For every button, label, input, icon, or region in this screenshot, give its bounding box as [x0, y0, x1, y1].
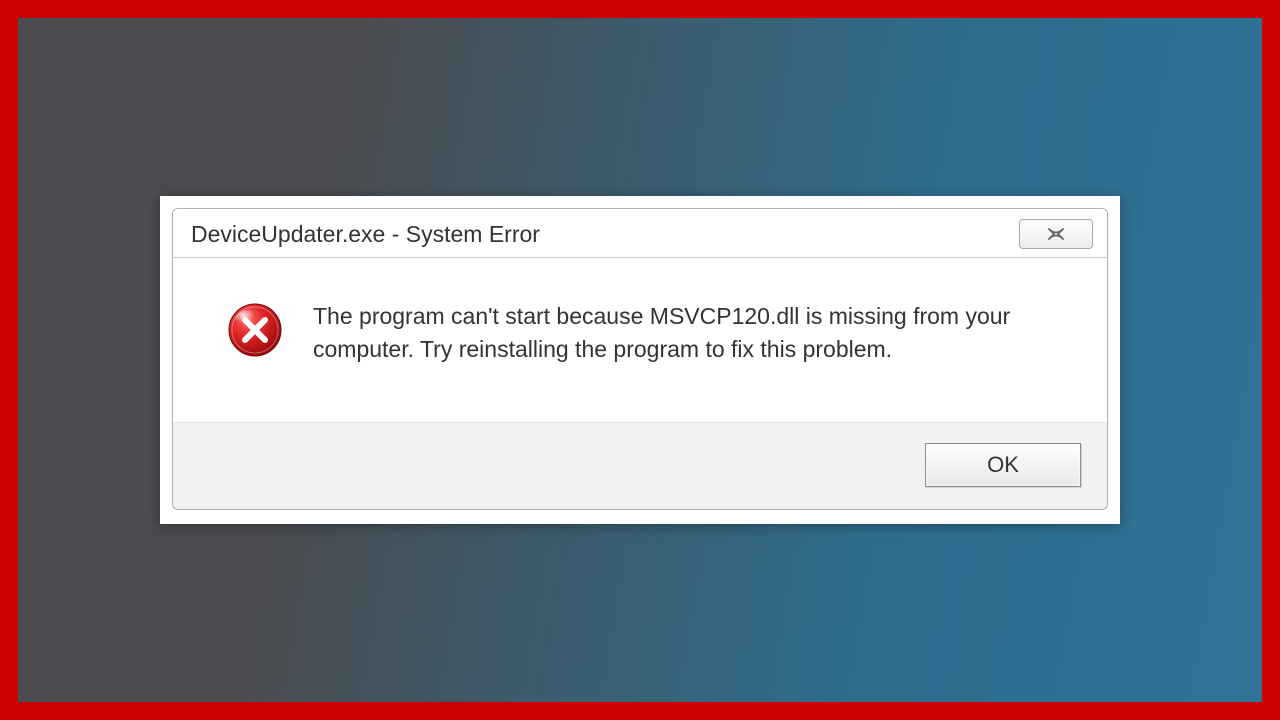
- dialog-title: DeviceUpdater.exe - System Error: [191, 221, 540, 248]
- error-icon-container: [227, 302, 283, 358]
- background-frame: DeviceUpdater.exe - System Error: [18, 18, 1262, 702]
- dialog-footer: OK: [173, 422, 1107, 509]
- close-icon: [1045, 227, 1067, 241]
- dialog-container: DeviceUpdater.exe - System Error: [160, 196, 1120, 523]
- dialog-body: The program can't start because MSVCP120…: [173, 258, 1107, 421]
- close-button[interactable]: [1019, 219, 1093, 249]
- error-message: The program can't start because MSVCP120…: [313, 300, 1067, 365]
- error-dialog: DeviceUpdater.exe - System Error: [172, 208, 1108, 509]
- error-icon: [227, 302, 283, 358]
- dialog-titlebar: DeviceUpdater.exe - System Error: [173, 209, 1107, 257]
- ok-button[interactable]: OK: [925, 443, 1081, 487]
